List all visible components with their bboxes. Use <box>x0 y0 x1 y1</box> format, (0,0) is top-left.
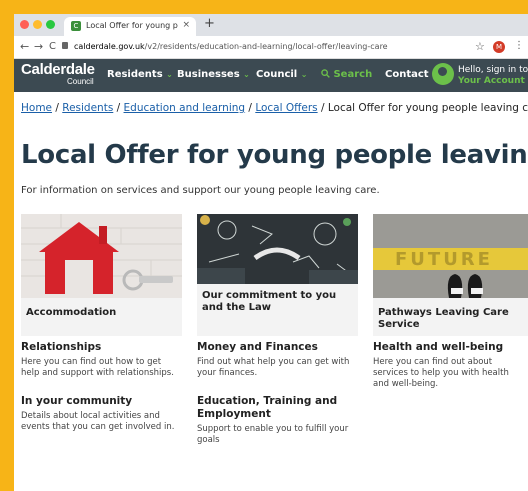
logo-sub: Council <box>67 77 94 86</box>
section-heading: In your community <box>21 395 133 407</box>
reload-button[interactable]: C <box>49 41 56 52</box>
section-relationships[interactable]: Relationships Here you can find out how … <box>21 341 182 379</box>
page-intro: For information on services and support … <box>21 185 380 196</box>
browser-tab[interactable]: C Local Offer for young people le × <box>64 17 196 36</box>
breadcrumb-education[interactable]: Education and learning <box>124 102 246 114</box>
future-road-text: FUTURE <box>395 249 493 270</box>
section-money[interactable]: Money and Finances Find out what help yo… <box>197 341 358 379</box>
card-caption: Our commitment to you and the Law <box>202 290 337 313</box>
house-keyring-icon <box>21 214 182 298</box>
search-label: Search <box>333 69 373 80</box>
breadcrumb-home[interactable]: Home <box>21 102 52 114</box>
section-health[interactable]: Health and well-being Here you can find … <box>373 341 525 390</box>
browser-window: C Local Offer for young people le × + ← … <box>14 14 528 491</box>
site-header: Calderdale Council Residents ⌄ Businesse… <box>14 59 528 92</box>
bookmark-star-icon[interactable]: ☆ <box>475 40 485 53</box>
url-host: calderdale.gov.uk <box>74 42 145 51</box>
house-keyring-image <box>21 214 182 298</box>
breadcrumb-sep: / <box>320 102 325 114</box>
favicon-icon: C <box>71 21 81 31</box>
section-heading: Relationships <box>21 341 102 353</box>
breadcrumb-sep: / <box>248 102 252 114</box>
nav-label: Residents <box>107 69 163 80</box>
new-tab-button[interactable]: + <box>204 16 215 31</box>
future-road-icon: FUTURE <box>373 214 528 298</box>
forward-button[interactable]: → <box>34 40 43 53</box>
breadcrumb-residents[interactable]: Residents <box>62 102 113 114</box>
section-description: Find out what help you can get with your… <box>197 357 350 378</box>
chevron-down-icon: ⌄ <box>243 70 250 79</box>
section-heading: Health and well-being <box>373 341 504 353</box>
back-button[interactable]: ← <box>20 40 29 53</box>
maximize-window-icon[interactable] <box>46 20 55 29</box>
nav-residents[interactable]: Residents ⌄ <box>107 69 173 80</box>
breadcrumb-sep: / <box>55 102 59 114</box>
future-road-image: FUTURE <box>373 214 528 298</box>
close-window-icon[interactable] <box>20 20 29 29</box>
minimize-window-icon[interactable] <box>33 20 42 29</box>
contact-link[interactable]: Contact <box>385 69 429 80</box>
page-title: Local Offer for young people leaving car… <box>21 140 528 170</box>
breadcrumb-current: Local Offer for young people leaving car… <box>327 102 528 114</box>
tab-close-icon[interactable]: × <box>182 20 190 30</box>
tab-title: Local Offer for young people le <box>86 21 178 30</box>
lock-icon <box>62 42 68 49</box>
card-caption: Pathways Leaving Care Service <box>378 307 509 330</box>
section-community[interactable]: In your community Details about local ac… <box>21 395 182 433</box>
search-link[interactable]: Search <box>321 69 372 80</box>
section-description: Details about local activities and event… <box>21 411 175 432</box>
handshake-chalkboard-image <box>197 214 358 284</box>
logo-main: Calderdale <box>21 61 95 78</box>
url-field[interactable]: calderdale.gov.uk/v2/residents/education… <box>74 42 388 51</box>
nav-businesses[interactable]: Businesses ⌄ <box>177 69 250 80</box>
tab-bar: C Local Offer for young people le × + <box>14 14 528 36</box>
nav-label: Businesses <box>177 69 240 80</box>
section-description: Support to enable you to fulfill your go… <box>197 424 349 445</box>
account-link[interactable]: Your Account <box>458 76 525 86</box>
card-accommodation[interactable]: Accommodation <box>21 214 182 336</box>
url-path: /v2/residents/education-and-learning/loc… <box>144 42 388 51</box>
section-education[interactable]: Education, Training and Employment Suppo… <box>197 395 358 446</box>
address-bar: ← → C calderdale.gov.uk/v2/residents/edu… <box>14 36 528 59</box>
account-icon[interactable] <box>432 63 454 85</box>
breadcrumb: Home / Residents / Education and learnin… <box>21 102 528 114</box>
section-description: Here you can find out about services to … <box>373 357 509 389</box>
card-pathways[interactable]: FUTURE Pathways Leaving Care Service <box>373 214 528 336</box>
section-description: Here you can find out how to get help an… <box>21 357 174 378</box>
card-commitment[interactable]: Our commitment to you and the Law <box>197 214 358 336</box>
profile-avatar[interactable]: M <box>493 41 505 53</box>
card-caption: Accommodation <box>26 307 117 318</box>
account-greeting[interactable]: Hello, sign in to <box>458 65 528 75</box>
nav-label: Council <box>256 69 298 80</box>
council-logo[interactable]: Calderdale Council <box>21 62 95 86</box>
breadcrumb-local-offers[interactable]: Local Offers <box>255 102 317 114</box>
section-heading: Money and Finances <box>197 341 318 353</box>
chevron-down-icon: ⌄ <box>300 70 308 79</box>
chevron-down-icon: ⌄ <box>166 70 173 79</box>
nav-council[interactable]: Council ⌄ <box>256 69 307 80</box>
browser-menu-icon[interactable]: ⋮ <box>514 40 524 51</box>
handshake-icon <box>197 214 358 284</box>
section-heading: Education, Training and Employment <box>197 395 338 420</box>
breadcrumb-sep: / <box>116 102 121 114</box>
search-icon <box>321 69 330 78</box>
